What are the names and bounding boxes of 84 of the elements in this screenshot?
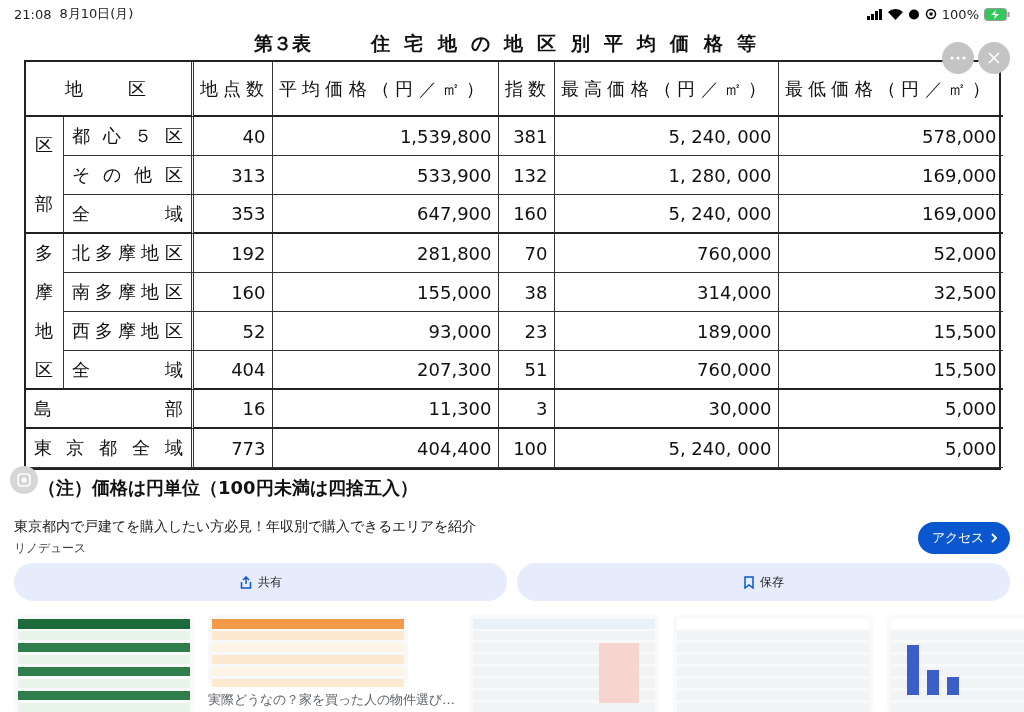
battery-percent: 100%	[941, 6, 979, 22]
table-cell: 760,000	[554, 234, 779, 273]
more-icon	[950, 56, 966, 60]
table-cell: 23	[498, 312, 555, 351]
table-cell: 5, 240, 000	[554, 195, 779, 234]
table-cell: 3	[498, 390, 555, 429]
table-cell: 北多摩地区	[63, 234, 194, 273]
lens-icon	[17, 473, 31, 487]
visit-button[interactable]: アクセス	[918, 521, 1010, 554]
table-cell: 160	[193, 273, 273, 312]
table-cell: 都心５区	[63, 117, 194, 156]
table-cell: 52,000	[778, 234, 1003, 273]
table-cell: 51	[498, 351, 555, 390]
bookmark-icon	[743, 575, 754, 589]
wifi-icon	[887, 8, 903, 20]
share-icon	[239, 575, 252, 589]
more-button[interactable]	[942, 42, 974, 74]
column-header: 平均価格（円／㎡）	[272, 62, 499, 117]
column-header: 地区	[25, 62, 194, 117]
table-cell: 169,000	[778, 195, 1003, 234]
column-header: 最高価格（円／㎡）	[554, 62, 779, 117]
table-cell: 169,000	[778, 156, 1003, 195]
table-cell: 132	[498, 156, 555, 195]
table-title: 住宅地の地区別平均価格等	[371, 31, 770, 56]
table-cell: 5, 240, 000	[554, 117, 779, 156]
table-cell: 207,300	[272, 351, 499, 390]
table-cell: 5,000	[778, 390, 1003, 429]
table-cell: 1, 280, 000	[554, 156, 779, 195]
table-cell: 南多摩地区	[63, 273, 194, 312]
table-cell: 314,000	[554, 273, 779, 312]
table-cell: 11,300	[272, 390, 499, 429]
table-cell: 647,900	[272, 195, 499, 234]
table-cell: 70	[498, 234, 555, 273]
chevron-icon	[990, 532, 998, 543]
table-cell: 93,000	[272, 312, 499, 351]
table-cell: 100	[498, 429, 555, 468]
table-cell: 155,000	[272, 273, 499, 312]
table-cell: 353	[193, 195, 273, 234]
table-cell: 30,000	[554, 390, 779, 429]
table-cell: 全域	[63, 195, 194, 234]
table-cell: 313	[193, 156, 273, 195]
table-cell: 760,000	[554, 351, 779, 390]
related-caption[interactable]: 実際どうなの？家を買った人の物件選び…	[208, 691, 455, 709]
table-cell: 15,500	[778, 351, 1003, 390]
table-cell: 578,000	[778, 117, 1003, 156]
table-cell: 32,500	[778, 273, 1003, 312]
table-cell: 533,900	[272, 156, 499, 195]
share-button[interactable]: 共有	[14, 563, 507, 601]
table-cell: 全域	[63, 351, 194, 390]
close-icon	[988, 52, 1000, 64]
status-date: 8月10日(月)	[59, 5, 134, 23]
table-cell: 404	[193, 351, 273, 390]
status-time: 21:08	[14, 6, 52, 22]
table-number: 第３表	[254, 31, 311, 56]
table-cell: 5,000	[778, 429, 1003, 468]
table-cell: 52	[193, 312, 273, 351]
table-cell: 189,000	[554, 312, 779, 351]
save-button[interactable]: 保存	[517, 563, 1010, 601]
table-cell: 島部	[25, 390, 194, 429]
table-cell: 1,539,800	[272, 117, 499, 156]
table-cell: 281,800	[272, 234, 499, 273]
table-cell: 404,400	[272, 429, 499, 468]
table-cell: 192	[193, 234, 273, 273]
table-cell: 381	[498, 117, 555, 156]
column-header: 指数	[498, 62, 555, 117]
table-cell: 38	[498, 273, 555, 312]
lens-button[interactable]	[10, 466, 38, 494]
table-cell: 5, 240, 000	[554, 429, 779, 468]
table-cell: その他区	[63, 156, 194, 195]
result-title[interactable]: 東京都内で戸建てを購入したい方必見！年収別で購入できるエリアを紹介	[14, 518, 476, 536]
table-note: （注）価格は円単位（100円未満は四捨五入）	[38, 476, 418, 500]
row-group-label: 区部	[35, 133, 53, 216]
close-button[interactable]	[978, 42, 1010, 74]
battery-charging-icon	[984, 7, 1010, 21]
row-group-label: 多摩地区	[35, 241, 53, 382]
table-cell: 西多摩地区	[63, 312, 194, 351]
table-cell: 160	[498, 195, 555, 234]
table-cell: 40	[193, 117, 273, 156]
table-cell: 15,500	[778, 312, 1003, 351]
result-source: リノデュース	[14, 540, 87, 557]
column-header: 地点数	[193, 62, 273, 117]
table-cell: 773	[193, 429, 273, 468]
table-cell: 16	[193, 390, 273, 429]
signal-icon	[866, 8, 883, 20]
